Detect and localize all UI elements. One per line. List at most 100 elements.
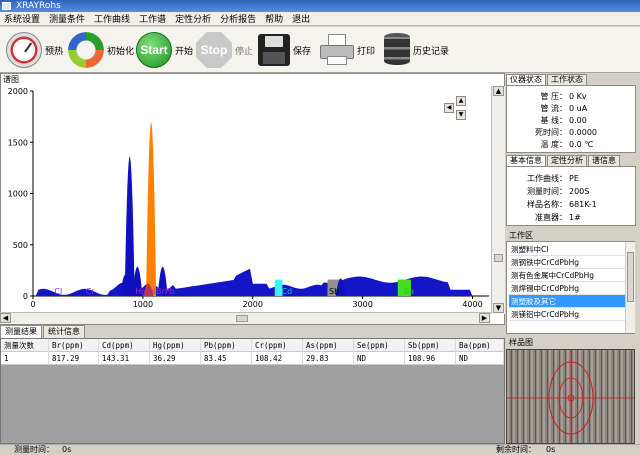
menu-exit[interactable]: 退出 <box>292 12 310 25</box>
column-header[interactable]: Pb(ppm) <box>201 339 252 352</box>
table-cell: 143.31 <box>99 352 150 365</box>
tab-instrument-status[interactable]: 仪器状态 <box>506 74 546 85</box>
status-row: 死时间： 0.0000 <box>535 128 597 137</box>
list-item-selected[interactable]: 测塑胶及其它 <box>509 295 625 308</box>
column-header[interactable]: Se(ppm) <box>354 339 405 352</box>
refresh-icon <box>68 32 104 68</box>
y-tick-label: 2000 <box>8 87 28 96</box>
column-header[interactable]: Br(ppm) <box>49 339 99 352</box>
info-row: 样品名称： 681K-1 <box>527 200 597 209</box>
worklist-title: 工作区 <box>509 231 533 240</box>
init-button[interactable]: 初始化 <box>68 30 134 70</box>
column-header[interactable]: Ba(ppm) <box>456 339 504 352</box>
scroll-up-arrow[interactable]: ▲ <box>493 86 504 96</box>
scroll-right-arrow[interactable]: ▶ <box>479 313 490 323</box>
save-label: 保存 <box>293 46 312 57</box>
stop-button[interactable]: Stop 停止 <box>196 30 253 70</box>
scroll-thumb[interactable] <box>494 254 503 262</box>
history-button[interactable]: 历史记录 <box>384 30 449 70</box>
menu-system-settings[interactable]: 系统设置 <box>4 12 40 25</box>
table-row[interactable]: 1 817.29 143.31 36.29 83.45 108.42 29.83… <box>1 352 504 365</box>
menu-measure-conditions[interactable]: 测量条件 <box>49 12 85 25</box>
tab-results[interactable]: 测量结果 <box>0 325 42 338</box>
stop-icon: Stop <box>196 32 232 68</box>
menu-work-curve[interactable]: 工作曲线 <box>94 12 130 25</box>
worklist-scroll-thumb[interactable] <box>627 252 634 302</box>
print-label: 打印 <box>357 46 376 57</box>
element-label: HgAsBrPb <box>135 287 174 296</box>
table-cell: 1 <box>1 352 49 365</box>
spectrum-chart[interactable]: 0 500 1000 1500 2000 0 1000 2000 3000 4000 Cl Cr HgA… <box>1 74 504 312</box>
info-row: 准直器： 1# <box>535 213 581 222</box>
table-cell: 36.29 <box>150 352 201 365</box>
table-cell: 817.29 <box>49 352 99 365</box>
preheat-label: 预热 <box>45 46 64 57</box>
table-cell: 108.96 <box>405 352 456 365</box>
y-tick-label: 500 <box>13 241 28 250</box>
menu-work-spectrum[interactable]: 工作谱 <box>139 12 166 25</box>
menu-report[interactable]: 分析报告 <box>220 12 256 25</box>
chart-horizontal-scrollbar[interactable]: ◀ ▶ <box>0 312 491 324</box>
table-cell: 29.83 <box>303 352 354 365</box>
list-item[interactable]: 测钢铁中CrCdPbHg <box>509 256 625 269</box>
column-header[interactable]: Cr(ppm) <box>252 339 303 352</box>
pan-down-button[interactable]: ▼ <box>456 110 466 120</box>
list-item[interactable]: 测镁铝中CrCdPbHg <box>509 308 625 321</box>
tab-qualitative[interactable]: 定性分析 <box>547 155 587 166</box>
status-bar: 测量时间： 0s 剩余时间： 0s <box>0 444 640 455</box>
menu-help[interactable]: 帮助 <box>265 12 283 25</box>
y-tick-label: 0 <box>23 292 28 301</box>
menu-qualitative[interactable]: 定性分析 <box>175 12 211 25</box>
x-tick-label: 0 <box>30 300 35 309</box>
tab-work-status[interactable]: 工作状态 <box>547 74 587 85</box>
column-header[interactable]: Hg(ppm) <box>150 339 201 352</box>
remaining-time-value: 0s <box>546 445 556 454</box>
title-bar: XRAYRohs <box>0 0 640 12</box>
tab-basic-info[interactable]: 基本信息 <box>506 155 546 166</box>
y-tick-label: 1000 <box>8 190 28 199</box>
start-label: 开始 <box>175 46 194 57</box>
column-header[interactable]: Cd(ppm) <box>99 339 150 352</box>
pan-up-button[interactable]: ▲ <box>456 96 466 106</box>
list-item[interactable]: 测有色金属中CrCdPbHg <box>509 269 625 282</box>
worklist: 测塑料中Cl 测钢铁中CrCdPbHg 测有色金属中CrCdPbHg 测焊锡中C… <box>506 241 635 334</box>
spectrum-panel: 0 500 1000 1500 2000 0 1000 2000 3000 4000 Cl Cr HgA… <box>0 73 505 325</box>
element-label: Sb <box>329 287 339 296</box>
element-label: Ba <box>404 287 414 296</box>
pan-left-button[interactable]: ◀ <box>444 103 454 113</box>
x-tick-label: 1000 <box>133 300 153 309</box>
table-cell: 108.42 <box>252 352 303 365</box>
spectrum-title: 谱图 <box>3 75 19 84</box>
preheat-button[interactable]: 预热 <box>6 30 63 70</box>
remaining-time-label: 剩余时间： <box>496 445 536 454</box>
chart-vertical-scrollbar[interactable]: ▲ ▼ <box>491 86 505 314</box>
scroll-down-arrow[interactable]: ▼ <box>493 303 504 313</box>
floppy-icon <box>258 34 290 66</box>
start-button[interactable]: Start 开始 <box>136 30 193 70</box>
history-label: 历史记录 <box>413 46 450 57</box>
list-item[interactable]: 测焊锡中CrCdPbHg <box>509 282 625 295</box>
info-row: 工作曲线： PE <box>527 174 579 183</box>
instrument-status-box: 管 压： 0 Kv 管 流： 0 uA 基 线： 0.00 死时间： 0.0000 温 … <box>506 85 636 153</box>
print-button[interactable]: 打印 <box>320 30 375 70</box>
basic-info-tabs: 基本信息 定性分析 谱信息 <box>506 155 621 166</box>
stop-label: 停止 <box>235 46 254 57</box>
right-panel: 仪器状态 工作状态 管 压： 0 Kv 管 流： 0 uA 基 线： 0.00 死时间… <box>506 73 640 444</box>
scroll-left-arrow[interactable]: ◀ <box>0 313 11 323</box>
toolbar: 预热 初始化 Start 开始 Stop 停止 保存 打印 历史记录 <box>0 27 640 73</box>
save-button[interactable]: 保存 <box>258 30 311 70</box>
sample-image-title: 样品图 <box>509 338 533 347</box>
column-header[interactable]: As(ppm) <box>303 339 354 352</box>
list-item[interactable]: 测塑料中Cl <box>509 243 625 256</box>
column-header[interactable]: Sb(ppm) <box>405 339 456 352</box>
x-tick-label: 4000 <box>462 300 482 309</box>
column-header[interactable]: 测量次数 <box>1 339 49 352</box>
sample-crosshair <box>507 350 634 443</box>
tab-spectrum-info[interactable]: 谱信息 <box>588 155 620 166</box>
worklist-scrollbar[interactable] <box>625 242 635 333</box>
hscroll-thumb[interactable] <box>236 315 248 322</box>
database-icon <box>384 33 410 67</box>
gauge-icon <box>6 32 42 68</box>
y-tick-label: 1500 <box>8 138 28 147</box>
tab-statistics[interactable]: 统计信息 <box>43 325 85 338</box>
